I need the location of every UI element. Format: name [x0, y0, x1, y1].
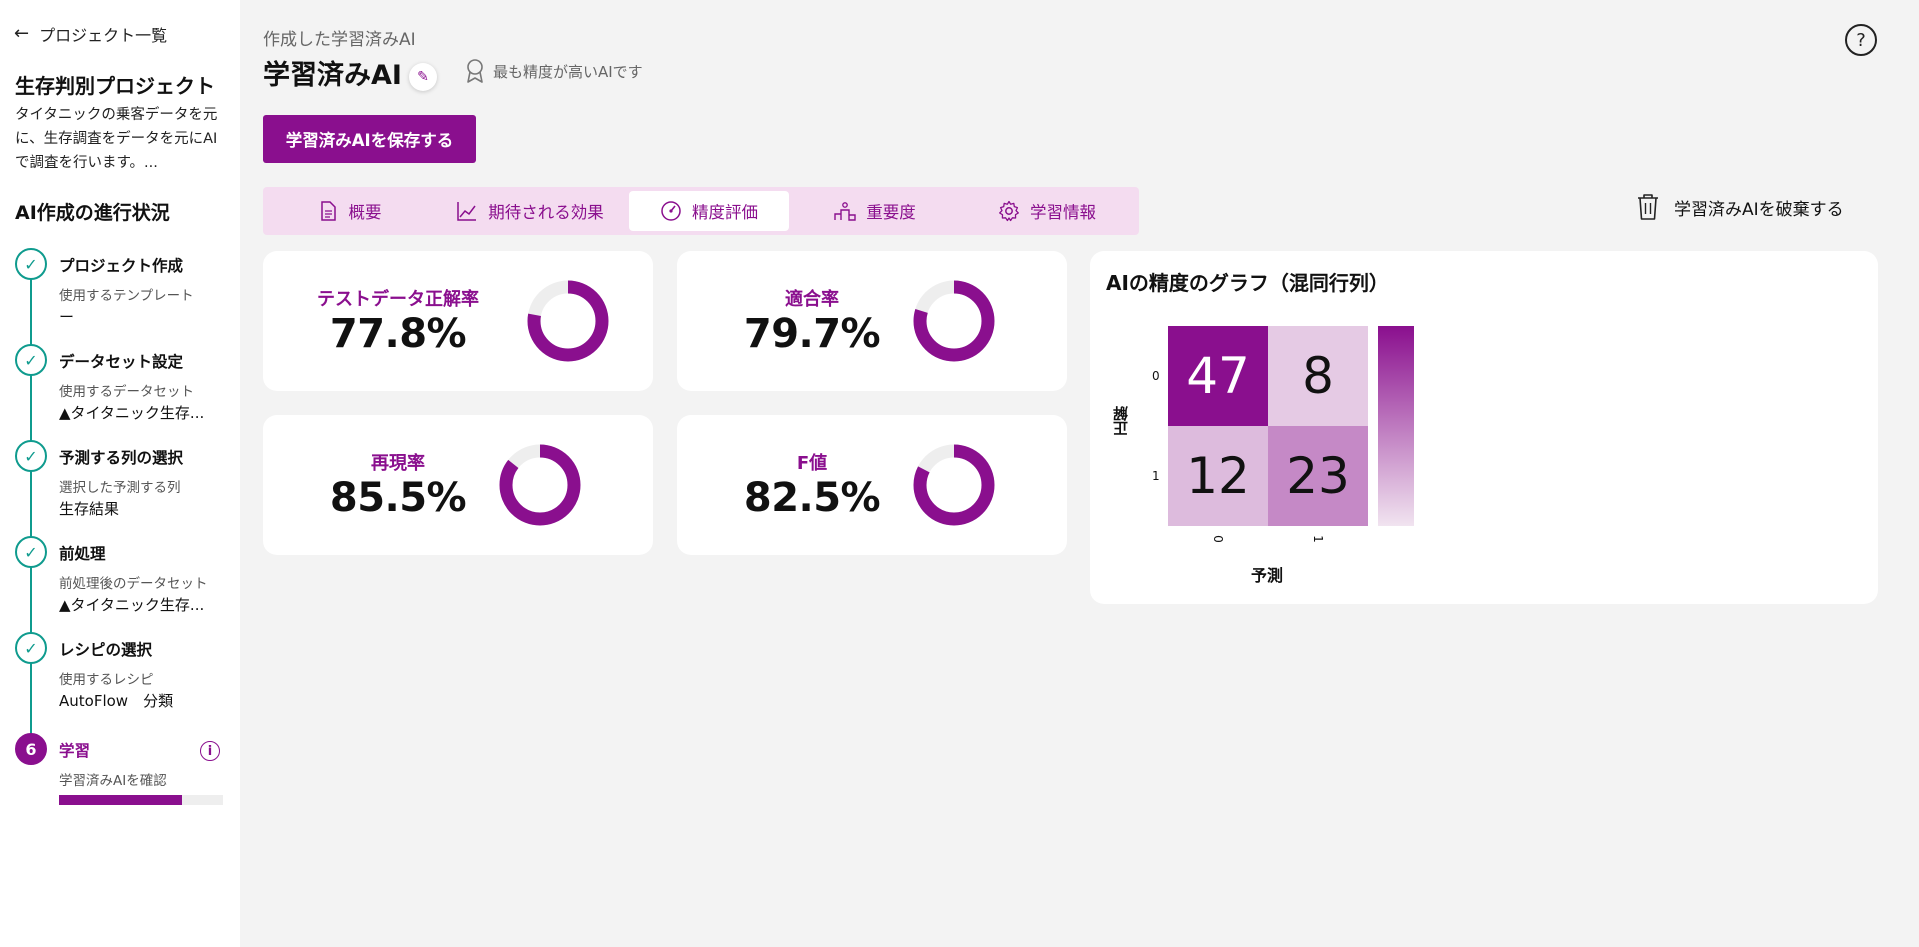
pencil-icon: ✎: [417, 69, 429, 85]
check-icon: ✓: [15, 536, 47, 568]
step-subtitle: 前処理後のデータセット: [59, 576, 208, 592]
metric-label: 再現率: [371, 453, 425, 474]
page-title: 学習済みAI: [263, 60, 402, 91]
training-progress-fill: [59, 795, 182, 805]
metric-label: 適合率: [785, 289, 839, 310]
confusion-matrix-grid: 47 8 12 23: [1168, 326, 1368, 526]
step-title: データセット設定: [59, 353, 184, 371]
metric-donut: [913, 444, 995, 526]
metric-label: テストデータ正解率: [317, 289, 479, 310]
breadcrumb: 作成した学習済みAI: [263, 30, 416, 50]
tab-accuracy[interactable]: 精度評価: [629, 191, 789, 231]
edit-title-button[interactable]: ✎: [409, 63, 437, 91]
metric-donut: [499, 444, 581, 526]
x-tick-label: 0: [1210, 535, 1225, 543]
arrow-left-icon: ←: [14, 23, 30, 44]
tab-bar: 概要 期待される効果 精度評価 重要度 学習情報: [263, 187, 1139, 235]
matrix-cell: 23: [1268, 426, 1368, 526]
metric-card-precision: 適合率 79.7%: [677, 251, 1067, 391]
tab-training-info[interactable]: 学習情報: [961, 191, 1133, 231]
save-trained-ai-button[interactable]: 学習済みAIを保存する: [263, 115, 476, 163]
tab-importance[interactable]: 重要度: [789, 191, 961, 231]
matrix-cell: 12: [1168, 426, 1268, 526]
metric-donut: [913, 280, 995, 362]
award-ribbon-icon: [467, 59, 483, 83]
step-subtitle: 学習済みAIを確認: [59, 773, 167, 789]
document-icon: [320, 201, 336, 221]
tab-label: 重要度: [866, 203, 916, 222]
step-title: 学習: [59, 742, 91, 760]
y-axis-label: 正解: [1112, 406, 1130, 436]
y-tick-label: 0: [1152, 369, 1160, 383]
step-value: AutoFlow 分類: [59, 692, 174, 710]
check-icon: ✓: [15, 344, 47, 376]
x-tick-label: 1: [1310, 535, 1325, 543]
best-ai-label: 最も精度が高いAIです: [493, 62, 643, 81]
info-icon[interactable]: i: [200, 741, 220, 761]
y-tick-label: 1: [1152, 469, 1160, 483]
step-number-badge: 6: [15, 733, 47, 765]
step-title: レシピの選択: [59, 641, 153, 659]
confusion-matrix-card: AIの精度のグラフ（混同行列） 正解 0 1 47 8 12 23 0 1 予測: [1090, 251, 1878, 604]
check-icon: ✓: [15, 632, 47, 664]
metric-value: 82.5%: [743, 475, 881, 521]
sidebar: ← プロジェクト一覧 生存判別プロジェクト タイタニックの乗客データを元に、生存…: [0, 0, 240, 947]
chart-title: AIの精度のグラフ（混同行列）: [1106, 271, 1389, 295]
metric-value: 77.8%: [329, 311, 467, 357]
trash-icon: [1638, 194, 1658, 220]
step-title: 予測する列の選択: [59, 449, 184, 467]
back-link-label: プロジェクト一覧: [39, 26, 168, 45]
step-subtitle: 使用するテンプレート: [59, 288, 194, 304]
metric-card-test-accuracy: テストデータ正解率 77.8%: [263, 251, 653, 391]
help-button[interactable]: ?: [1845, 24, 1877, 56]
project-description: タイタニックの乗客データを元に、生存調査をデータを元にAIで調査を行います。..…: [15, 107, 218, 171]
step-subtitle: 選択した予測する列: [59, 480, 181, 496]
matrix-cell: 47: [1168, 326, 1268, 426]
tab-label: 概要: [348, 203, 382, 222]
gauge-icon: [661, 201, 681, 221]
discard-label: 学習済みAIを破棄する: [1674, 199, 1844, 220]
tab-label: 期待される効果: [488, 203, 604, 222]
metric-donut: [527, 280, 609, 362]
step-subtitle: 使用するデータセット: [59, 384, 194, 400]
step-value: ▲タイタニック生存...: [59, 596, 205, 614]
matrix-cell: 8: [1268, 326, 1368, 426]
line-chart-icon: [457, 202, 477, 221]
podium-icon: [834, 202, 856, 221]
tab-label: 学習情報: [1030, 203, 1096, 222]
x-axis-label: 予測: [1251, 566, 1284, 585]
discard-trained-ai-button[interactable]: 学習済みAIを破棄する: [1636, 193, 1844, 221]
check-icon: ✓: [15, 440, 47, 472]
gear-icon: [999, 200, 1019, 222]
metric-value: 79.7%: [743, 311, 881, 357]
step-value: ▲タイタニック生存...: [59, 404, 205, 422]
best-ai-badge: 最も精度が高いAIです: [465, 58, 643, 84]
training-progress-bar: [59, 795, 223, 805]
step-connector-line: [30, 264, 32, 748]
step-title: プロジェクト作成: [59, 257, 184, 275]
progress-title: AI作成の進行状況: [15, 202, 170, 224]
metric-label: F値: [796, 453, 828, 474]
back-to-projects-link[interactable]: ← プロジェクト一覧: [14, 22, 167, 46]
project-title: 生存判別プロジェクト: [15, 74, 215, 98]
metric-card-f-score: F値 82.5%: [677, 415, 1067, 555]
tab-expected-effect[interactable]: 期待される効果: [431, 191, 629, 231]
question-icon: ?: [1856, 29, 1866, 51]
tab-overview[interactable]: 概要: [267, 191, 431, 231]
step-title: 前処理: [59, 545, 106, 563]
step-subtitle: 使用するレシピ: [59, 672, 154, 688]
step-value: ー: [59, 308, 75, 326]
step-value: 生存結果: [59, 500, 120, 518]
check-icon: ✓: [15, 248, 47, 280]
tab-label: 精度評価: [692, 203, 758, 222]
metric-card-recall: 再現率 85.5%: [263, 415, 653, 555]
metric-value: 85.5%: [329, 475, 467, 521]
color-scale-bar: [1378, 326, 1414, 526]
